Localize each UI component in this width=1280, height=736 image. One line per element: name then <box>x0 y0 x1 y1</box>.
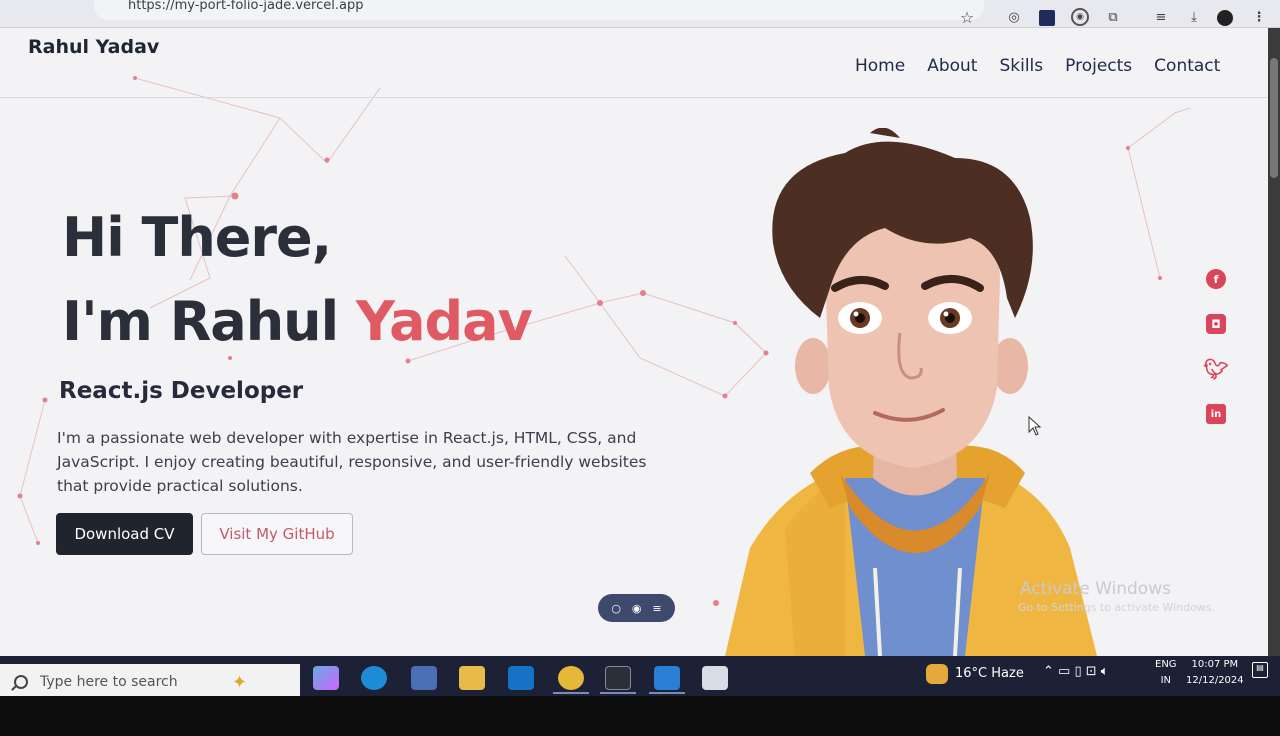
extension-icon[interactable]: ◉ <box>1071 8 1089 26</box>
vscode-icon[interactable] <box>654 666 680 690</box>
taskbar-search-box[interactable]: Type here to search ✦ <box>0 664 300 700</box>
search-highlight-icon[interactable]: ✦ <box>232 672 247 693</box>
outlook-icon[interactable] <box>508 666 534 690</box>
scrollbar-thumb[interactable] <box>1270 58 1278 178</box>
taskbar-clock[interactable]: 10:07 PM 12/12/2024 <box>1186 657 1244 689</box>
extension-icon[interactable]: ◎ <box>1005 8 1023 26</box>
profile-avatar-icon[interactable] <box>1217 10 1233 26</box>
language-indicator[interactable]: ENG IN <box>1155 657 1177 689</box>
twitter-icon[interactable]: 🐦︎ <box>1203 357 1228 381</box>
visit-github-button[interactable]: Visit My GitHub <box>201 513 353 555</box>
clock-time: 10:07 PM <box>1191 659 1239 670</box>
extension-icon[interactable] <box>1039 10 1055 26</box>
system-tray-icons[interactable]: ⌃ ▭ ▯ ⊡ 🔈︎ <box>1043 664 1109 679</box>
linkedin-icon[interactable]: in <box>1206 404 1226 424</box>
nav-link-skills[interactable]: Skills <box>999 56 1043 76</box>
browser-menu-icon[interactable]: ⋮ <box>1250 8 1268 26</box>
active-app-indicator <box>649 692 685 694</box>
taskbar-search-placeholder[interactable]: Type here to search <box>40 674 178 690</box>
active-app-indicator <box>553 692 589 694</box>
activate-windows-title: Activate Windows <box>1020 579 1171 599</box>
nav-link-projects[interactable]: Projects <box>1065 56 1132 76</box>
clock-date: 12/12/2024 <box>1186 675 1244 686</box>
store-icon[interactable] <box>411 666 437 690</box>
terminal-icon[interactable] <box>605 666 631 690</box>
lang-top: ENG <box>1155 659 1177 670</box>
page-scrollbar[interactable] <box>1268 28 1280 656</box>
browser-toolbar: https://my-port-folio-jade.vercel.app ☆ … <box>0 0 1280 28</box>
site-brand[interactable]: Rahul Yadav <box>28 36 159 58</box>
weather-icon[interactable] <box>926 664 948 684</box>
menu-lines-icon[interactable]: ≡ <box>652 602 661 615</box>
notepad-icon[interactable] <box>702 666 728 690</box>
notification-center-icon[interactable]: ▤ <box>1252 662 1268 678</box>
hero-name-accent: Yadav <box>355 290 533 353</box>
reading-list-icon[interactable]: ≡ <box>1152 8 1170 26</box>
hero-intro: I'm Rahul Yadav <box>62 290 533 353</box>
edge-browser-icon[interactable] <box>361 666 387 690</box>
nav-link-about[interactable]: About <box>927 56 977 76</box>
chrome-browser-icon[interactable] <box>558 666 584 690</box>
nav-link-home[interactable]: Home <box>855 56 905 76</box>
facebook-icon[interactable]: f <box>1206 269 1226 289</box>
developer-avatar-illustration <box>725 128 1097 656</box>
download-icon[interactable]: ⤓ <box>1185 8 1203 26</box>
portfolio-page: Rahul Yadav Home About Skills Projects C… <box>0 28 1268 656</box>
instagram-icon[interactable]: ◘ <box>1206 314 1226 334</box>
nav-link-contact[interactable]: Contact <box>1154 56 1220 76</box>
site-navbar: Rahul Yadav Home About Skills Projects C… <box>0 28 1268 98</box>
address-bar-url[interactable]: https://my-port-folio-jade.vercel.app <box>128 0 363 13</box>
record-icon[interactable]: ◉ <box>632 602 642 615</box>
file-explorer-icon[interactable] <box>459 666 485 690</box>
extensions-puzzle-icon[interactable]: ⧉ <box>1104 8 1122 26</box>
weather-text[interactable]: 16°C Haze <box>955 666 1024 681</box>
hero-role: React.js Developer <box>59 378 304 404</box>
lang-bottom: IN <box>1160 675 1171 686</box>
active-app-indicator <box>600 692 636 694</box>
nav-links: Home About Skills Projects Contact <box>855 56 1220 76</box>
copilot-icon[interactable] <box>313 666 339 690</box>
floating-widget-pill[interactable]: ○ ◉ ≡ <box>598 594 675 622</box>
mouse-cursor-icon <box>1028 416 1042 436</box>
hero-description: I'm a passionate web developer with expe… <box>57 429 647 495</box>
windows-taskbar: Type here to search ✦ 16°C Haze ⌃ ▭ ▯ ⊡ … <box>0 656 1280 700</box>
activate-windows-subtitle: Go to Settings to activate Windows. <box>1018 601 1216 614</box>
search-icon <box>14 675 28 689</box>
hero-intro-text: I'm Rahul <box>62 290 339 353</box>
screen-bezel <box>0 696 1280 736</box>
download-cv-button[interactable]: Download CV <box>56 513 193 555</box>
bookmark-star-icon[interactable]: ☆ <box>958 8 976 27</box>
chat-bubble-icon[interactable]: ○ <box>611 602 621 615</box>
hero-greeting: Hi There, <box>62 206 332 269</box>
